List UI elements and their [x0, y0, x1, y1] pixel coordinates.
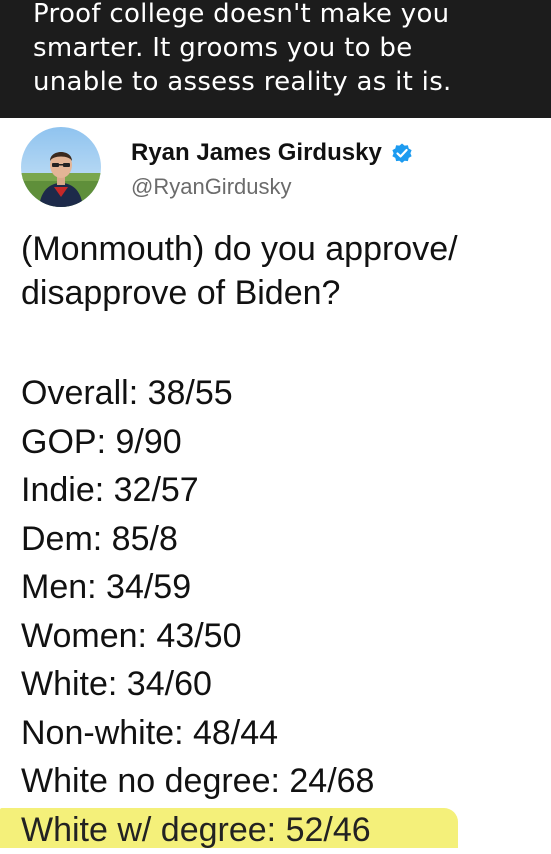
author-avatar[interactable]	[21, 127, 101, 207]
avatar-photo-icon	[21, 127, 101, 207]
poll-result-white-no-degree: White no degree: 24/68	[21, 757, 374, 806]
question-line-2: disapprove of Biden?	[21, 274, 340, 312]
meme-caption-banner: Proof college doesn't make you smarter. …	[0, 0, 551, 118]
poll-result-white: White: 34/60	[21, 660, 374, 709]
caption-line-3: unable to assess reality as it is.	[33, 67, 452, 97]
poll-result-gop: GOP: 9/90	[21, 418, 374, 467]
meme-caption-text: Proof college doesn't make you smarter. …	[33, 0, 533, 99]
author-handle[interactable]: @RyanGirdusky	[131, 174, 292, 200]
poll-result-women: Women: 43/50	[21, 612, 374, 661]
poll-result-white-with-degree: White w/ degree: 52/46	[21, 806, 374, 854]
poll-result-men: Men: 34/59	[21, 563, 374, 612]
poll-result-indie: Indie: 32/57	[21, 466, 374, 515]
question-line-1: (Monmouth) do you approve/	[21, 230, 458, 268]
caption-line-1: Proof college doesn't make you	[33, 0, 449, 29]
caption-line-2: smarter. It grooms you to be	[33, 33, 413, 63]
poll-result-dem: Dem: 85/8	[21, 515, 374, 564]
author-name-row: Ryan James Girdusky	[131, 139, 414, 167]
author-name[interactable]: Ryan James Girdusky	[131, 139, 382, 167]
tweet-question: (Monmouth) do you approve/ disapprove of…	[21, 227, 541, 315]
poll-result-overall: Overall: 38/55	[21, 369, 374, 418]
verified-badge-icon	[390, 141, 414, 165]
poll-result-non-white: Non-white: 48/44	[21, 709, 374, 758]
poll-results-list: Overall: 38/55 GOP: 9/90 Indie: 32/57 De…	[21, 369, 374, 854]
